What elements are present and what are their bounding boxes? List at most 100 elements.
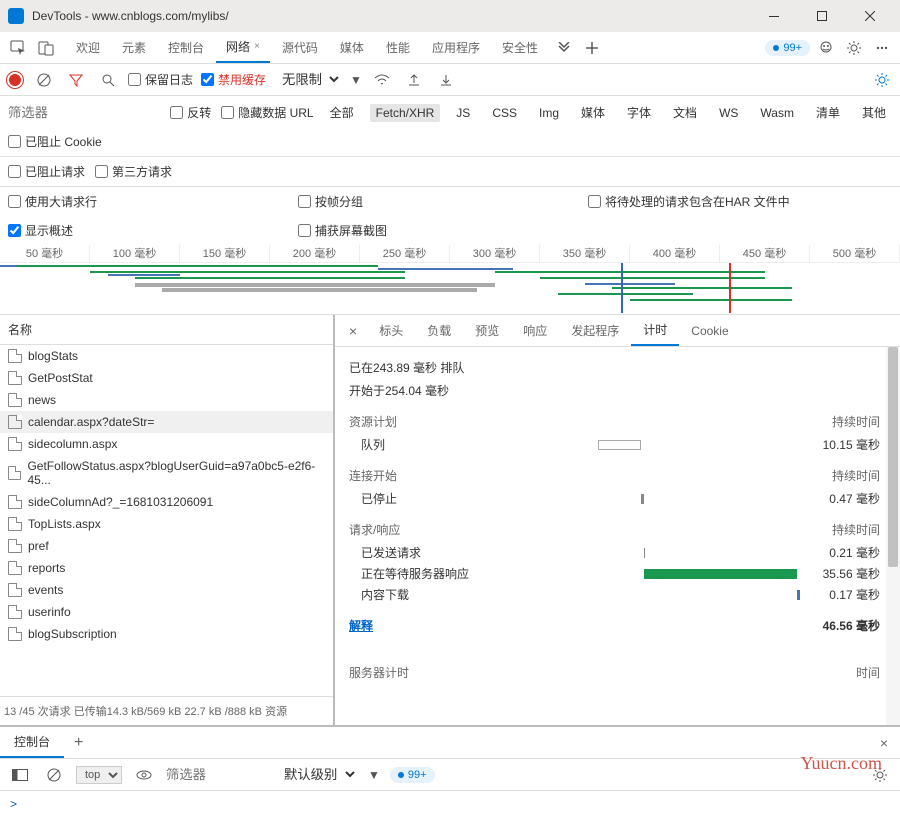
close-icon[interactable]: × (254, 41, 260, 52)
tab-performance[interactable]: 性能 (376, 33, 420, 62)
big-rows-checkbox[interactable]: 使用大请求行 (8, 193, 258, 210)
tab-media[interactable]: 媒体 (330, 33, 374, 62)
clear-icon[interactable] (32, 68, 56, 92)
name-header[interactable]: 名称 (0, 315, 333, 345)
search-icon[interactable] (96, 68, 120, 92)
issues-badge[interactable]: 99+ (765, 40, 810, 56)
hide-data-checkbox[interactable]: 隐藏数据 URL (221, 104, 313, 121)
filter-doc[interactable]: 文档 (667, 102, 703, 123)
invert-checkbox[interactable]: 反转 (170, 104, 211, 121)
blocked-cookies-checkbox[interactable]: 已阻止 Cookie (8, 133, 102, 150)
dtab-cookies[interactable]: Cookie (679, 318, 740, 344)
list-item[interactable]: reports (0, 557, 333, 579)
list-item[interactable]: calendar.aspx?dateStr= (0, 411, 333, 433)
filter-wasm[interactable]: Wasm (754, 104, 800, 122)
filter-all[interactable]: 全部 (324, 102, 360, 123)
list-item[interactable]: sideColumnAd?_=1681031206091 (0, 491, 333, 513)
dtab-payload[interactable]: 负载 (415, 316, 463, 345)
show-overview-checkbox[interactable]: 显示概述 (8, 222, 258, 239)
console-prompt[interactable]: > (0, 791, 900, 817)
download-icon[interactable] (434, 68, 458, 92)
tick: 200 毫秒 (270, 245, 360, 262)
throttle-select[interactable]: 无限制 (274, 69, 342, 90)
list-item[interactable]: blogStats (0, 345, 333, 367)
list-item[interactable]: userinfo (0, 601, 333, 623)
blocked-req-checkbox[interactable]: 已阻止请求 (8, 163, 85, 180)
tab-sources[interactable]: 源代码 (272, 33, 328, 62)
close-detail-icon[interactable]: × (339, 317, 367, 345)
list-item[interactable]: TopLists.aspx (0, 513, 333, 535)
list-item[interactable]: GetFollowStatus.aspx?blogUserGuid=a97a0b… (0, 455, 333, 491)
drawer-tab-console[interactable]: 控制台 (0, 727, 64, 758)
context-select[interactable]: top (76, 766, 122, 784)
list-item[interactable]: pref (0, 535, 333, 557)
include-har-checkbox[interactable]: 将待处理的请求包含在HAR 文件中 (588, 193, 790, 210)
list-item[interactable]: GetPostStat (0, 367, 333, 389)
network-settings-icon[interactable] (870, 68, 894, 92)
tab-welcome[interactable]: 欢迎 (66, 33, 110, 62)
filter-media[interactable]: 媒体 (575, 102, 611, 123)
dtab-timing[interactable]: 计时 (631, 315, 679, 346)
screenshots-checkbox[interactable]: 捕获屏幕截图 (298, 222, 387, 239)
filter-icon[interactable] (64, 68, 88, 92)
log-level-select[interactable]: 默认级别 (276, 764, 358, 785)
eye-icon[interactable] (132, 763, 156, 787)
tick: 300 毫秒 (450, 245, 540, 262)
list-item[interactable]: events (0, 579, 333, 601)
add-drawer-tab-icon[interactable]: + (64, 728, 93, 758)
disable-cache-checkbox[interactable]: 禁用缓存 (201, 71, 266, 88)
minimize-button[interactable] (752, 1, 796, 31)
sidebar-toggle-icon[interactable] (8, 763, 32, 787)
list-item[interactable]: sidecolumn.aspx (0, 433, 333, 455)
dtab-response[interactable]: 响应 (511, 316, 559, 345)
settings-icon[interactable] (842, 36, 866, 60)
scrollbar[interactable] (886, 347, 900, 725)
inspect-icon[interactable] (6, 36, 30, 60)
filter-ws[interactable]: WS (713, 104, 744, 122)
list-item[interactable]: blogSubscription (0, 623, 333, 645)
device-icon[interactable] (34, 36, 58, 60)
tab-network[interactable]: 网络× (216, 32, 270, 63)
filter-input[interactable] (8, 105, 68, 120)
wifi-icon[interactable] (370, 68, 394, 92)
console-filter-input[interactable] (166, 767, 266, 782)
filter-js[interactable]: JS (450, 104, 476, 122)
preserve-log-checkbox[interactable]: 保留日志 (128, 71, 193, 88)
dtab-headers[interactable]: 标头 (367, 316, 415, 345)
maximize-button[interactable] (800, 1, 844, 31)
feedback-icon[interactable] (814, 36, 838, 60)
upload-icon[interactable] (402, 68, 426, 92)
third-party-checkbox[interactable]: 第三方请求 (95, 163, 172, 180)
time-label: 时间 (856, 664, 880, 681)
list-item[interactable]: news (0, 389, 333, 411)
waterfall-overview[interactable]: 50 毫秒 100 毫秒 150 毫秒 200 毫秒 250 毫秒 300 毫秒… (0, 245, 900, 315)
dtab-initiator[interactable]: 发起程序 (559, 316, 631, 345)
record-button[interactable] (6, 71, 24, 89)
menu-icon[interactable] (870, 36, 894, 60)
filter-fetch[interactable]: Fetch/XHR (370, 104, 441, 122)
filter-other[interactable]: 其他 (856, 102, 892, 123)
file-icon (8, 393, 22, 407)
tick: 450 毫秒 (720, 245, 810, 262)
close-button[interactable] (848, 1, 892, 31)
timing-row-waiting: 正在等待服务器响应 35.56 毫秒 (361, 565, 880, 582)
tab-security[interactable]: 安全性 (492, 33, 548, 62)
detail-panel: × 标头 负载 预览 响应 发起程序 计时 Cookie 已在243.89 毫秒… (335, 315, 900, 725)
filter-css[interactable]: CSS (486, 104, 523, 122)
add-tab-icon[interactable] (580, 36, 604, 60)
more-tabs-icon[interactable] (552, 36, 576, 60)
filter-manifest[interactable]: 清单 (810, 102, 846, 123)
filter-font[interactable]: 字体 (621, 102, 657, 123)
tab-console[interactable]: 控制台 (158, 33, 214, 62)
group-frame-checkbox[interactable]: 按帧分组 (298, 193, 548, 210)
filter-img[interactable]: Img (533, 104, 565, 122)
tab-application[interactable]: 应用程序 (422, 33, 490, 62)
section-label: 连接开始 (349, 467, 397, 484)
explain-link[interactable]: 解释 (349, 617, 373, 634)
tick: 250 毫秒 (360, 245, 450, 262)
console-issues-badge[interactable]: 99+ (390, 767, 435, 783)
dtab-preview[interactable]: 预览 (463, 316, 511, 345)
tab-elements[interactable]: 元素 (112, 33, 156, 62)
duration-label: 持续时间 (832, 467, 880, 484)
clear-console-icon[interactable] (42, 763, 66, 787)
